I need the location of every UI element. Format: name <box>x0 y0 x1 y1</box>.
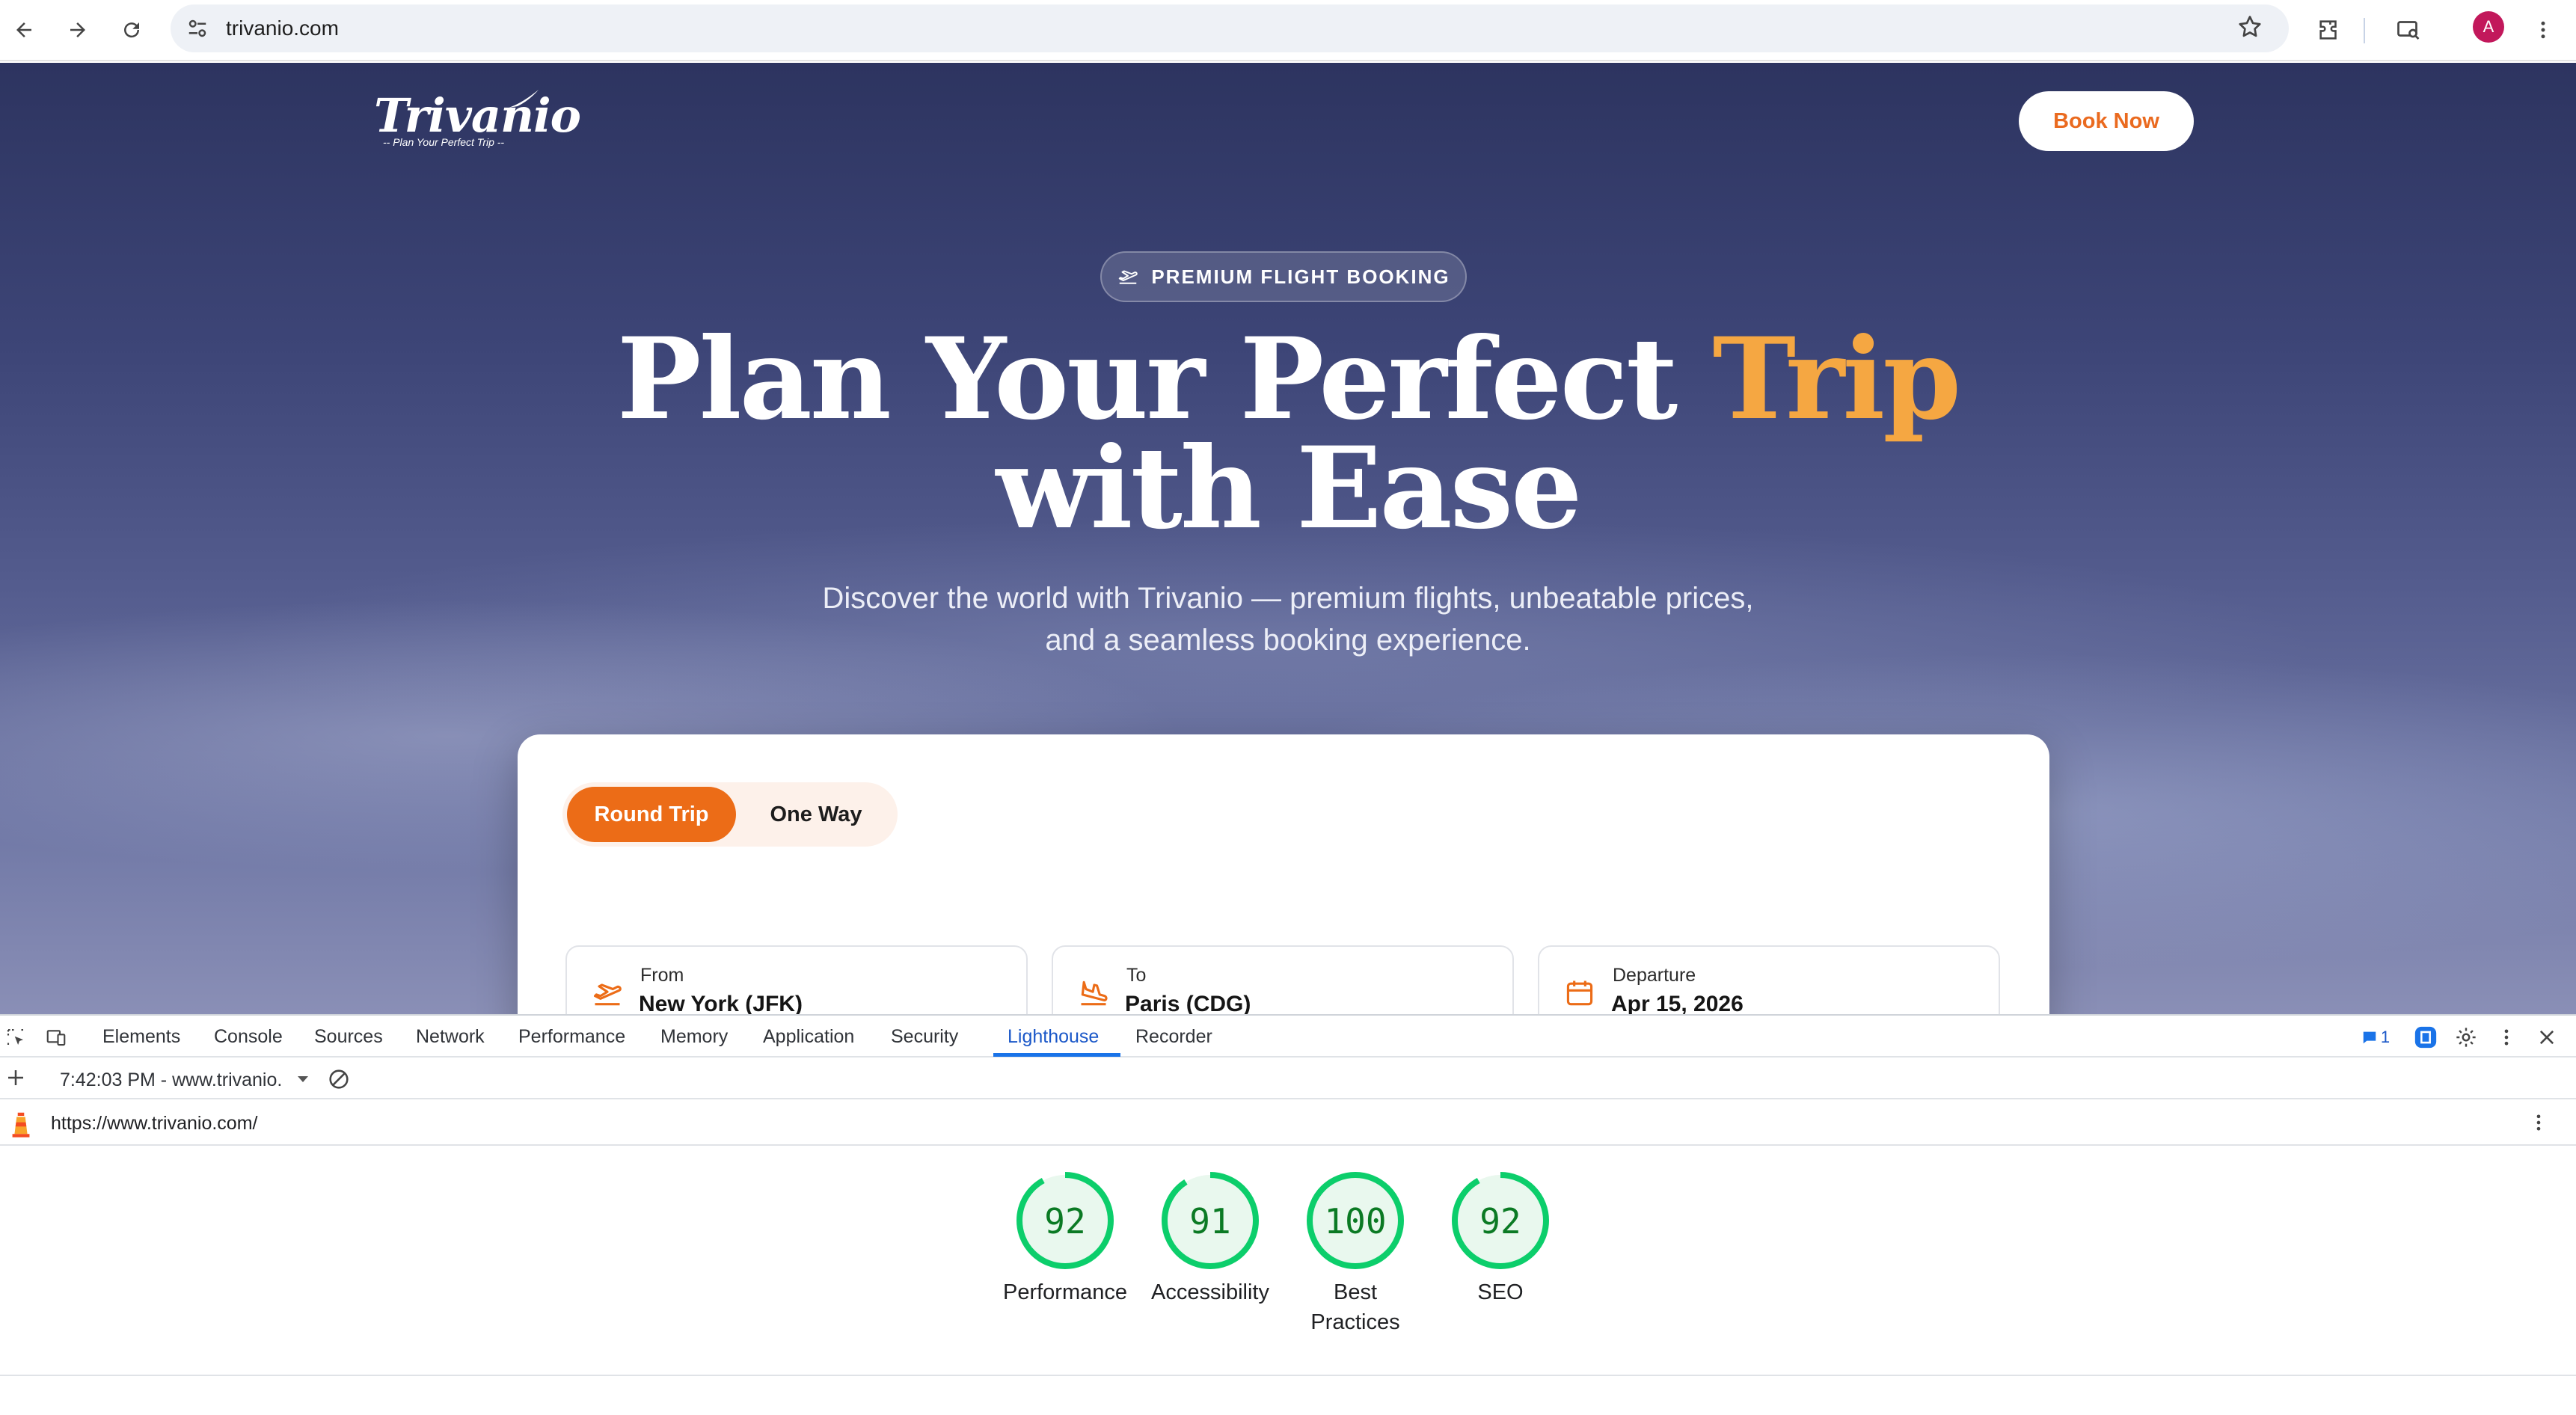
audited-url[interactable]: https://www.trivanio.com/ <box>51 1113 257 1135</box>
to-value: Paris (CDG) <box>1125 992 1251 1014</box>
forward-button[interactable] <box>58 10 97 49</box>
plane-takeoff-icon <box>1119 270 1138 284</box>
lighthouse-extension-icon[interactable] <box>2413 1025 2438 1050</box>
calendar-icon <box>1566 980 1593 1006</box>
lighthouse-url-bar: https://www.trivanio.com/ <box>0 1099 2576 1146</box>
plane-icon <box>509 90 539 108</box>
tab-recorder[interactable]: Recorder <box>1135 1026 1212 1048</box>
hero-title-accent: Trip <box>1712 313 1962 445</box>
score-value: 92 <box>1479 1201 1521 1241</box>
reload-icon <box>124 22 140 38</box>
forward-icon <box>70 22 85 37</box>
from-value: New York (JFK) <box>639 992 803 1014</box>
score-accessibility[interactable]: 91 Accessibility <box>1135 1171 1285 1307</box>
lens-icon[interactable] <box>2389 10 2428 49</box>
close-devtools-icon[interactable] <box>2534 1025 2560 1050</box>
hero-title: Plan Your Perfect Trip with Ease <box>0 323 2576 544</box>
divider <box>0 1375 2576 1376</box>
clear-report-icon[interactable] <box>326 1066 352 1092</box>
devtools-panel: Elements Console Sources Network Perform… <box>0 1014 2576 1415</box>
hero-title-line2: with Ease <box>996 423 1582 554</box>
departure-label: Departure <box>1613 965 1696 986</box>
page-viewport: Trivanio -- Plan Your Perfect Trip -- Bo… <box>0 63 2576 1014</box>
star-icon[interactable] <box>2236 13 2266 43</box>
address-url[interactable]: trivanio.com <box>226 16 339 40</box>
hero-subtitle-line2: and a seamless booking experience. <box>1045 624 1531 657</box>
from-label: From <box>640 965 684 986</box>
tab-application[interactable]: Application <box>763 1026 854 1048</box>
devtools-tabbar: Elements Console Sources Network Perform… <box>0 1016 2576 1058</box>
score-label: Best Practices <box>1310 1280 1400 1334</box>
message-icon <box>2363 1031 2376 1044</box>
tab-console[interactable]: Console <box>214 1026 283 1048</box>
score-label: SEO <box>1477 1280 1524 1304</box>
book-now-button[interactable]: Book Now <box>2019 91 2194 151</box>
lighthouse-scores: 92 Performance 91 Accessibility 100 Best… <box>0 1146 2576 1400</box>
plane-takeoff-icon <box>593 983 622 1006</box>
issues-count: 1 <box>2380 1028 2391 1046</box>
site-info-icon[interactable] <box>183 13 212 43</box>
reload-button[interactable] <box>112 10 151 49</box>
flight-search-card: Round Trip One Way From New York (JFK) T… <box>518 734 2049 1014</box>
score-value: 91 <box>1189 1201 1231 1241</box>
logo-text: Trivanio <box>374 88 581 143</box>
tab-performance[interactable]: Performance <box>518 1026 625 1048</box>
profile-avatar[interactable]: A <box>2473 11 2504 43</box>
score-value: 100 <box>1324 1201 1387 1241</box>
issues-badge[interactable]: 1 <box>2355 1025 2396 1050</box>
report-selector[interactable]: 7:42:03 PM - www.trivanio. <box>60 1069 282 1091</box>
tab-elements[interactable]: Elements <box>102 1026 180 1048</box>
active-tab-indicator <box>993 1053 1120 1057</box>
premium-badge: PREMIUM FLIGHT BOOKING <box>1100 251 1467 302</box>
badge-label: PREMIUM FLIGHT BOOKING <box>1151 265 1450 288</box>
browser-toolbar: trivanio.com A <box>0 0 2576 61</box>
round-trip-option[interactable]: Round Trip <box>567 787 736 842</box>
kebab-menu-icon[interactable] <box>2524 10 2563 49</box>
score-best-practices[interactable]: 100 Best Practices <box>1281 1171 1430 1337</box>
score-label: Accessibility <box>1151 1280 1269 1304</box>
to-label: To <box>1126 965 1147 986</box>
address-bar[interactable]: trivanio.com <box>171 4 2289 52</box>
site-logo[interactable]: Trivanio -- Plan Your Perfect Trip -- <box>374 88 581 153</box>
tab-lighthouse[interactable]: Lighthouse <box>1008 1026 1099 1048</box>
back-button[interactable] <box>4 10 43 49</box>
toolbar-divider <box>2364 18 2365 43</box>
from-field[interactable]: From New York (JFK) <box>565 945 1028 1014</box>
add-report-icon[interactable] <box>3 1065 28 1090</box>
inspect-element-icon[interactable] <box>3 1025 28 1050</box>
score-label: Performance <box>1002 1280 1127 1304</box>
lighthouse-report-bar: 7:42:03 PM - www.trivanio. <box>0 1058 2576 1099</box>
chevron-down-icon[interactable] <box>296 1074 310 1084</box>
score-seo[interactable]: 92 SEO <box>1426 1171 1575 1307</box>
tab-memory[interactable]: Memory <box>660 1026 728 1048</box>
back-icon <box>16 22 31 37</box>
device-toolbar-icon[interactable] <box>43 1025 69 1050</box>
url-bar-menu-icon[interactable] <box>2528 1110 2549 1135</box>
hero-subtitle: Discover the world with Trivanio — premi… <box>0 577 2576 661</box>
lighthouse-icon <box>12 1112 30 1138</box>
one-way-option[interactable]: One Way <box>739 787 893 842</box>
trip-type-toggle: Round Trip One Way <box>562 782 898 847</box>
plane-landing-icon <box>1081 980 1108 1006</box>
settings-gear-icon[interactable] <box>2453 1025 2479 1050</box>
tab-network[interactable]: Network <box>416 1026 485 1048</box>
to-field[interactable]: To Paris (CDG) <box>1052 945 1514 1014</box>
departure-value: Apr 15, 2026 <box>1611 992 1744 1014</box>
tab-sources[interactable]: Sources <box>314 1026 383 1048</box>
logo-tagline: -- Plan Your Perfect Trip -- <box>383 136 505 148</box>
departure-field[interactable]: Departure Apr 15, 2026 <box>1538 945 2000 1014</box>
extensions-icon[interactable] <box>2310 10 2349 49</box>
devtools-menu-icon[interactable] <box>2494 1025 2519 1050</box>
tab-security[interactable]: Security <box>891 1026 958 1048</box>
score-value: 92 <box>1044 1201 1086 1241</box>
hero-subtitle-line1: Discover the world with Trivanio — premi… <box>822 582 1754 615</box>
score-performance[interactable]: 92 Performance <box>990 1171 1140 1307</box>
